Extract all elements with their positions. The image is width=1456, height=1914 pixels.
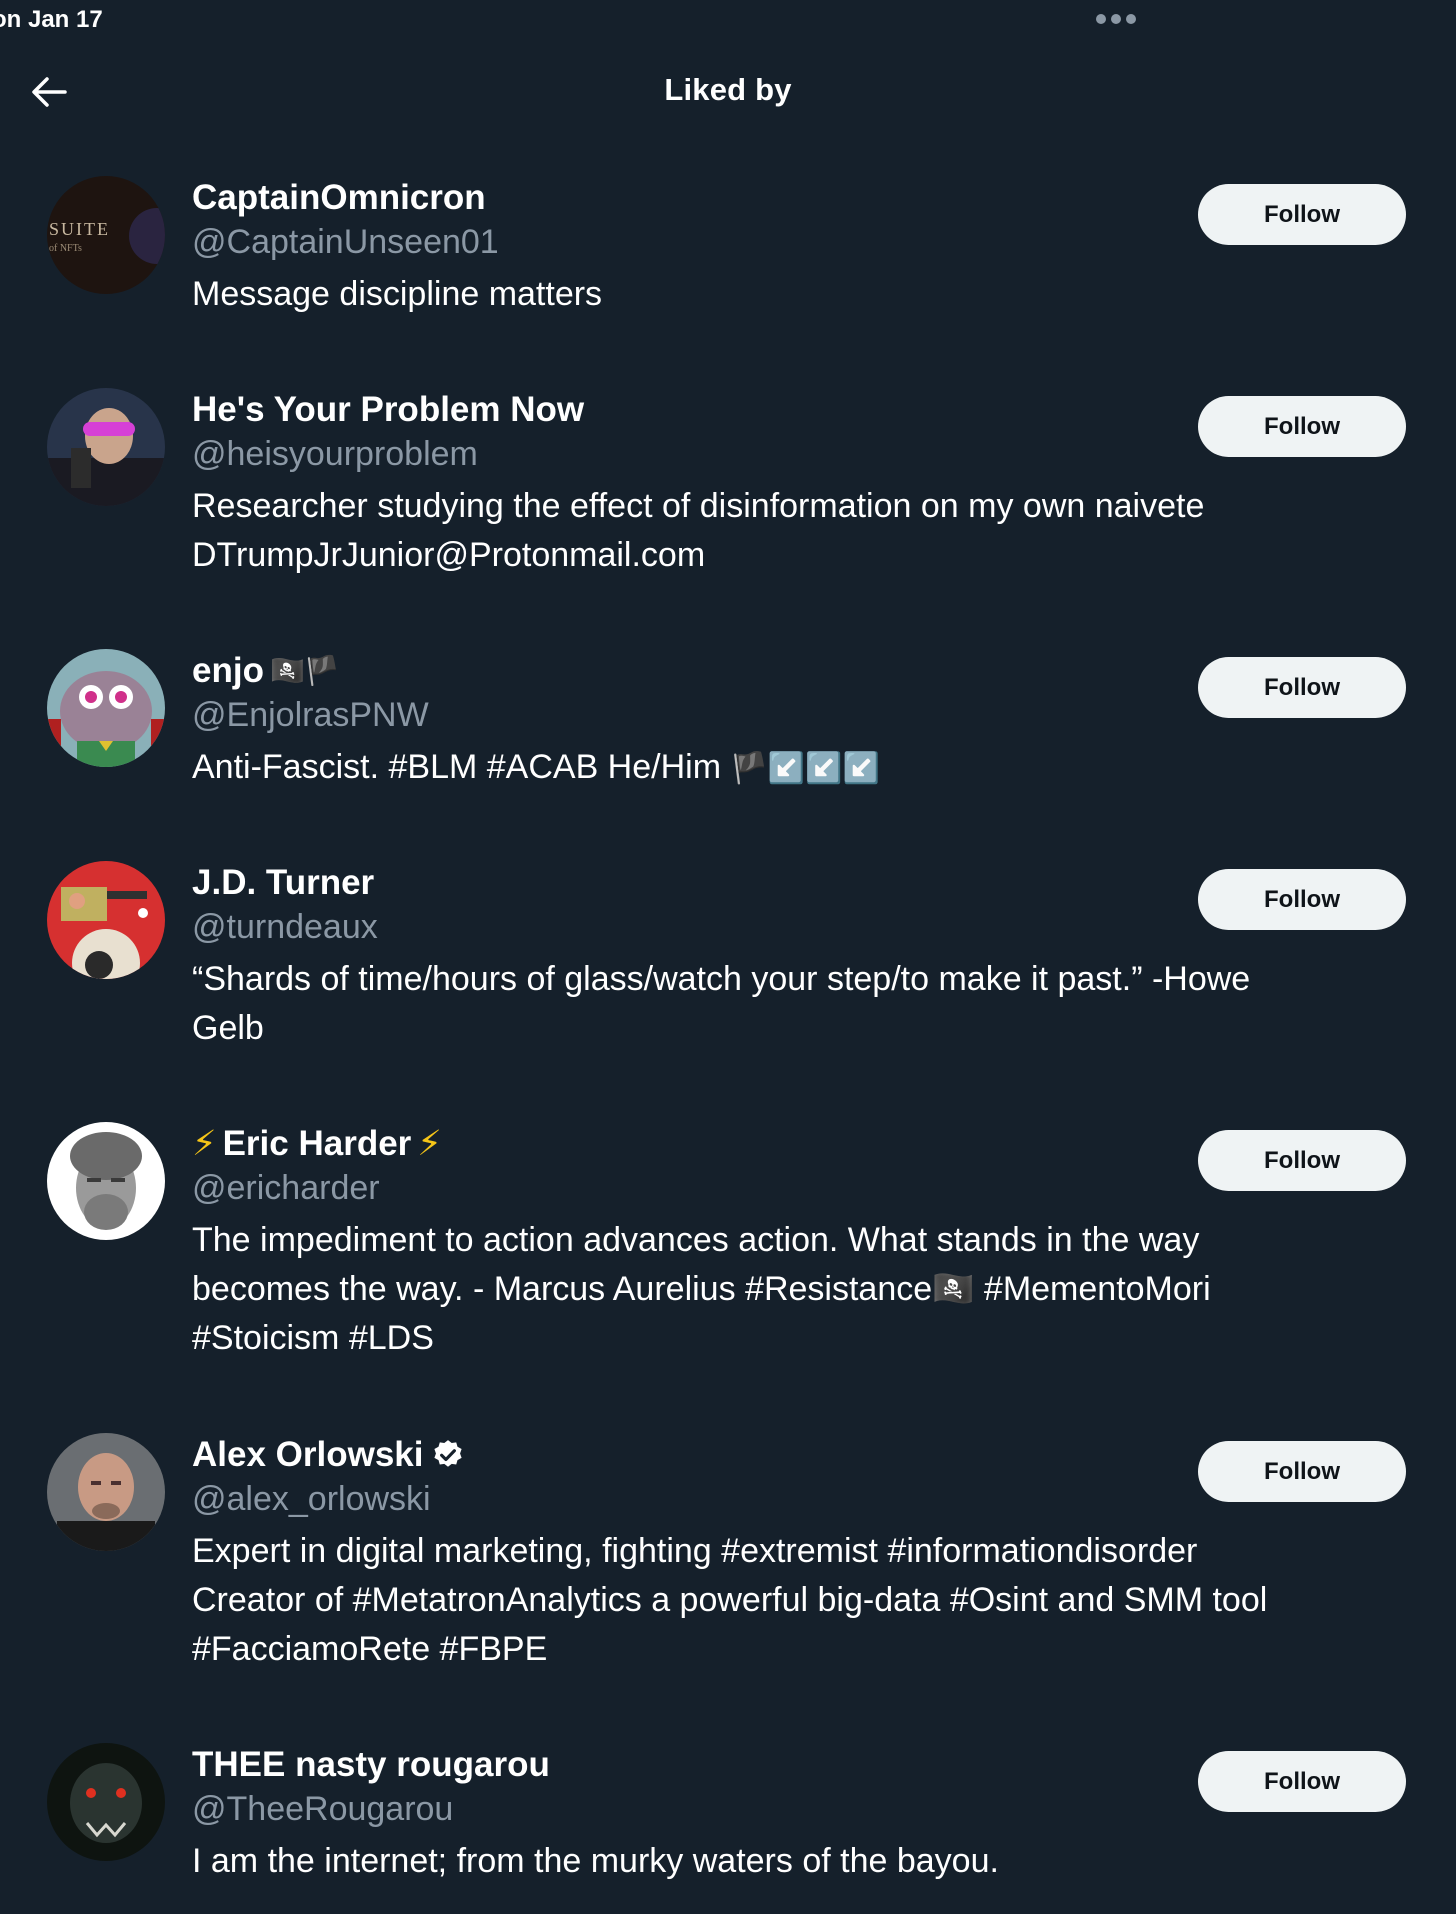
display-name[interactable]: Alex Orlowski	[192, 1433, 1372, 1477]
user-bio: Message discipline matters	[192, 275, 603, 313]
user-info: He's Your Problem Now @heisyourproblem R…	[192, 388, 1372, 580]
follow-button[interactable]: Follow	[1198, 869, 1406, 930]
display-name[interactable]: THEE nasty rougarou	[192, 1743, 1372, 1787]
user-handle[interactable]: @alex_orlowski	[192, 1477, 1372, 1521]
user-info: CaptainOmnicron @CaptainUnseen01 Message…	[192, 176, 1372, 319]
user-bio: “Shards of time/hours of glass/watch you…	[192, 960, 1251, 1047]
page-header: Liked by	[0, 60, 1456, 124]
lightning-icon: ⚡	[417, 1124, 442, 1163]
avatar-logo-subtext: of NFTs	[49, 243, 82, 254]
user-info: ⚡ Eric Harder ⚡ @ericharder The impedime…	[192, 1122, 1372, 1363]
user-info: enjo 🏴‍☠️🏴 @EnjolrasPNW Anti-Fascist. #B…	[192, 649, 1372, 793]
follow-button[interactable]: Follow	[1198, 1441, 1406, 1502]
user-bio: The impediment to action advances action…	[192, 1221, 1211, 1357]
lightning-icon: ⚡	[192, 1124, 217, 1163]
status-bar: on Jan 17	[0, 0, 1456, 44]
display-name[interactable]: J.D. Turner	[192, 861, 1372, 905]
user-handle[interactable]: @ericharder	[192, 1166, 1372, 1210]
user-bio: Expert in digital marketing, fighting #e…	[192, 1532, 1268, 1668]
follow-button[interactable]: Follow	[1198, 657, 1406, 718]
avatar[interactable]	[47, 388, 165, 506]
user-info: J.D. Turner @turndeaux “Shards of time/h…	[192, 861, 1372, 1053]
user-handle[interactable]: @EnjolrasPNW	[192, 693, 1372, 737]
user-bio: Researcher studying the effect of disinf…	[192, 487, 1205, 574]
user-handle[interactable]: @heisyourproblem	[192, 432, 1372, 476]
avatar[interactable]	[47, 1122, 165, 1240]
follow-button[interactable]: Follow	[1198, 1751, 1406, 1812]
status-time: on Jan 17	[0, 6, 103, 33]
avatar-logo-text: SUITE	[49, 219, 110, 239]
user-handle[interactable]: @TheeRougarou	[192, 1787, 1372, 1831]
avatar[interactable]	[47, 1743, 165, 1861]
avatar[interactable]	[47, 649, 165, 767]
display-name[interactable]: He's Your Problem Now	[192, 388, 1372, 432]
avatar[interactable]	[47, 1433, 165, 1551]
display-name[interactable]: enjo 🏴‍☠️🏴	[192, 649, 1372, 693]
avatar[interactable]: SUITE of NFTs	[47, 176, 165, 294]
follow-button[interactable]: Follow	[1198, 1130, 1406, 1191]
page-title: Liked by	[664, 72, 792, 107]
flag-emojis: 🏴‍☠️🏴	[269, 655, 340, 686]
user-info: Alex Orlowski @alex_orlowski Expert in d…	[192, 1433, 1372, 1674]
user-bio: Anti-Fascist. #BLM #ACAB He/Him 🏴↙️↙️↙️	[192, 748, 880, 786]
liked-by-screen: on Jan 17 Liked by SUITE of NFTs Captain…	[0, 0, 1456, 1914]
user-handle[interactable]: @CaptainUnseen01	[192, 220, 1372, 264]
user-info: THEE nasty rougarou @TheeRougarou I am t…	[192, 1743, 1372, 1886]
bio-emojis: 🏴↙️↙️↙️	[730, 752, 880, 785]
avatar[interactable]	[47, 861, 165, 979]
user-bio: I am the internet; from the murky waters…	[192, 1842, 999, 1880]
follow-button[interactable]: Follow	[1198, 396, 1406, 457]
follow-button[interactable]: Follow	[1198, 184, 1406, 245]
ellipsis-icon[interactable]	[1096, 14, 1136, 24]
display-name[interactable]: CaptainOmnicron	[192, 176, 1372, 220]
user-handle[interactable]: @turndeaux	[192, 905, 1372, 949]
verified-badge-icon	[434, 1440, 463, 1467]
display-name[interactable]: ⚡ Eric Harder ⚡	[192, 1122, 1372, 1166]
